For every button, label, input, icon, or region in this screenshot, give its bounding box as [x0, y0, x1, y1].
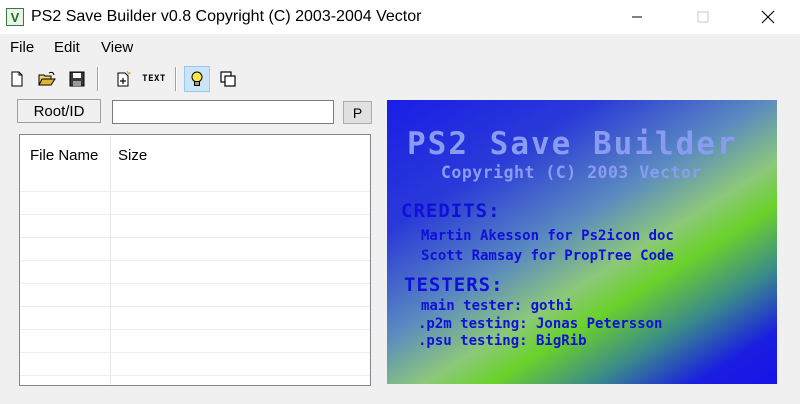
credit-line: Martin Akesson for Ps2icon doc	[421, 228, 674, 244]
toolbar: TEXT	[0, 62, 800, 96]
menu-bar: File Edit View	[0, 34, 800, 60]
hint-button[interactable]	[184, 66, 210, 92]
tester-line: .psu testing: BigRib	[418, 333, 587, 349]
row-gridline	[20, 306, 370, 307]
lightbulb-icon	[191, 71, 203, 86]
row-gridline	[20, 214, 370, 215]
root-id-input[interactable]	[112, 100, 334, 124]
column-header-file-name[interactable]: File Name	[30, 147, 98, 164]
testers-heading: TESTERS:	[404, 274, 504, 296]
splash-copyright: Copyright (C) 2003 Vector	[441, 163, 702, 182]
close-button[interactable]	[745, 0, 791, 34]
p-button[interactable]: P	[343, 101, 372, 124]
new-item-button[interactable]	[110, 66, 136, 92]
app-icon[interactable]: V	[6, 8, 24, 26]
copy-button[interactable]	[215, 66, 241, 92]
title-bar: V PS2 Save Builder v0.8 Copyright (C) 20…	[0, 0, 800, 34]
row-gridline	[20, 283, 370, 284]
open-button[interactable]	[34, 66, 60, 92]
row-gridline	[20, 329, 370, 330]
save-disk-icon	[69, 71, 85, 87]
text-button-label: TEXT	[142, 74, 166, 84]
menu-edit[interactable]: Edit	[54, 39, 80, 56]
credit-line: Scott Ramsay for PropTree Code	[421, 248, 674, 264]
root-id-label: Root/ID	[17, 99, 101, 123]
row-gridline	[20, 191, 370, 192]
window-title: PS2 Save Builder v0.8 Copyright (C) 2003…	[31, 8, 422, 25]
menu-view[interactable]: View	[101, 39, 133, 56]
save-button[interactable]	[64, 66, 90, 92]
app-icon-letter: V	[10, 9, 20, 25]
copy-icon	[220, 71, 236, 87]
row-gridline	[20, 352, 370, 353]
splash-panel: PS2 Save Builder Copyright (C) 2003 Vect…	[387, 100, 777, 384]
tester-line: main tester: gothi	[421, 298, 573, 314]
menu-file[interactable]: File	[10, 39, 34, 56]
minimize-button[interactable]	[614, 0, 660, 34]
tester-line: .p2m testing: Jonas Petersson	[418, 316, 663, 332]
file-list-header: File Name Size	[20, 135, 370, 175]
text-button[interactable]: TEXT	[139, 66, 169, 92]
new-file-button[interactable]	[4, 66, 30, 92]
minimize-icon	[632, 16, 642, 18]
new-file-icon	[11, 71, 23, 87]
row-gridline	[20, 237, 370, 238]
column-header-size[interactable]: Size	[118, 147, 147, 164]
row-gridline	[20, 260, 370, 261]
row-gridline	[20, 375, 370, 376]
file-list[interactable]: File Name Size	[19, 134, 371, 386]
splash-title: PS2 Save Builder	[407, 126, 738, 162]
maximize-icon	[697, 11, 709, 23]
toolbar-separator	[97, 67, 99, 91]
maximize-button[interactable]	[680, 0, 726, 34]
toolbar-separator	[175, 67, 177, 91]
credits-heading: CREDITS:	[401, 200, 501, 222]
close-icon	[761, 10, 775, 24]
new-item-icon	[117, 70, 132, 87]
open-folder-icon	[38, 71, 56, 86]
